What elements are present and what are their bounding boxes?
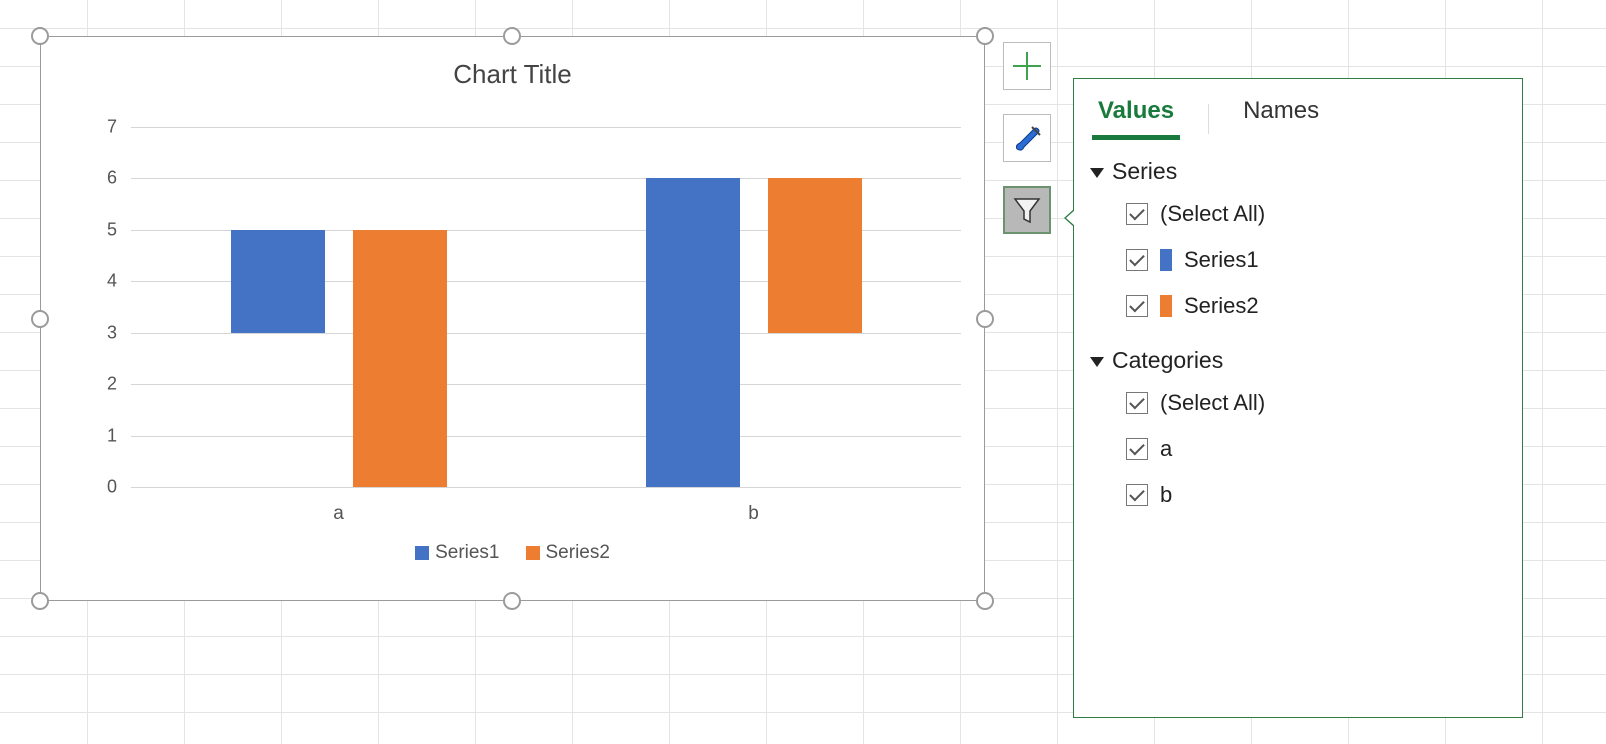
tab-divider (1208, 104, 1209, 134)
funnel-icon (1012, 195, 1042, 225)
chart-filters-button[interactable] (1003, 186, 1051, 234)
y-tick-label: 7 (107, 117, 117, 138)
bars-region (131, 127, 961, 487)
legend-label: Series2 (546, 542, 610, 563)
legend-swatch (526, 546, 540, 560)
y-tick-label: 0 (107, 477, 117, 498)
legend-item[interactable]: Series1 (415, 542, 499, 564)
gridline (131, 487, 961, 488)
resize-handle-tm[interactable] (503, 27, 521, 45)
checkbox[interactable] (1126, 484, 1148, 506)
legend-item[interactable]: Series2 (526, 542, 610, 564)
chart-elements-button[interactable] (1003, 42, 1051, 90)
bar[interactable] (353, 230, 447, 487)
categories-select-all-row[interactable]: (Select All) (1074, 380, 1522, 426)
plus-icon (1010, 49, 1044, 83)
tab-names[interactable]: Names (1237, 93, 1325, 140)
collapse-triangle-icon (1090, 168, 1104, 178)
y-tick-label: 3 (107, 322, 117, 343)
y-axis: 01234567 (91, 127, 127, 487)
categories-group-header[interactable]: Categories (1074, 329, 1522, 380)
series-select-all-label: (Select All) (1160, 201, 1265, 227)
series-color-swatch (1160, 249, 1172, 271)
y-tick-label: 2 (107, 374, 117, 395)
categories-group-label: Categories (1112, 347, 1223, 374)
x-tick-label: a (333, 503, 344, 525)
checkbox[interactable] (1126, 249, 1148, 271)
category-item-label: a (1160, 436, 1172, 462)
y-tick-label: 6 (107, 168, 117, 189)
x-axis-labels: ab (91, 497, 954, 527)
category-item-label: b (1160, 482, 1172, 508)
resize-handle-bl[interactable] (31, 592, 49, 610)
category-item-row[interactable]: a (1074, 426, 1522, 472)
resize-handle-br[interactable] (976, 592, 994, 610)
resize-handle-tr[interactable] (976, 27, 994, 45)
legend-swatch (415, 546, 429, 560)
checkbox[interactable] (1126, 203, 1148, 225)
y-tick-label: 1 (107, 425, 117, 446)
y-tick-label: 4 (107, 271, 117, 292)
category-group (646, 178, 862, 487)
resize-handle-bm[interactable] (503, 592, 521, 610)
chart-styles-button[interactable] (1003, 114, 1051, 162)
resize-handle-tl[interactable] (31, 27, 49, 45)
checkbox[interactable] (1126, 295, 1148, 317)
collapse-triangle-icon (1090, 357, 1104, 367)
series-item-row[interactable]: Series1 (1074, 237, 1522, 283)
categories-select-all-label: (Select All) (1160, 390, 1265, 416)
series-group-header[interactable]: Series (1074, 140, 1522, 191)
category-group (231, 230, 447, 487)
bar[interactable] (231, 230, 325, 333)
bar[interactable] (646, 178, 740, 487)
legend-label: Series1 (435, 542, 499, 563)
series-color-swatch (1160, 295, 1172, 317)
chart-object[interactable]: Chart Title 01234567 ab Series1Series2 (40, 36, 985, 601)
x-tick-label: b (748, 503, 759, 525)
paintbrush-icon (1010, 121, 1044, 155)
resize-handle-ml[interactable] (31, 310, 49, 328)
series-group-label: Series (1112, 158, 1177, 185)
category-item-row[interactable]: b (1074, 472, 1522, 518)
filter-panel-tabs: Values Names (1074, 79, 1522, 140)
checkbox[interactable] (1126, 392, 1148, 414)
series-item-label: Series2 (1184, 293, 1259, 319)
chart-filter-panel: Values Names Series (Select All) Series1… (1073, 78, 1523, 718)
chart-side-tools (1003, 42, 1051, 234)
resize-handle-mr[interactable] (976, 310, 994, 328)
series-item-label: Series1 (1184, 247, 1259, 273)
chart-legend[interactable]: Series1 Series2 (41, 542, 984, 564)
series-select-all-row[interactable]: (Select All) (1074, 191, 1522, 237)
bar[interactable] (768, 178, 862, 332)
checkbox[interactable] (1126, 438, 1148, 460)
series-item-row[interactable]: Series2 (1074, 283, 1522, 329)
y-tick-label: 5 (107, 219, 117, 240)
tab-values[interactable]: Values (1092, 93, 1180, 140)
plot-area[interactable]: 01234567 (91, 127, 961, 487)
